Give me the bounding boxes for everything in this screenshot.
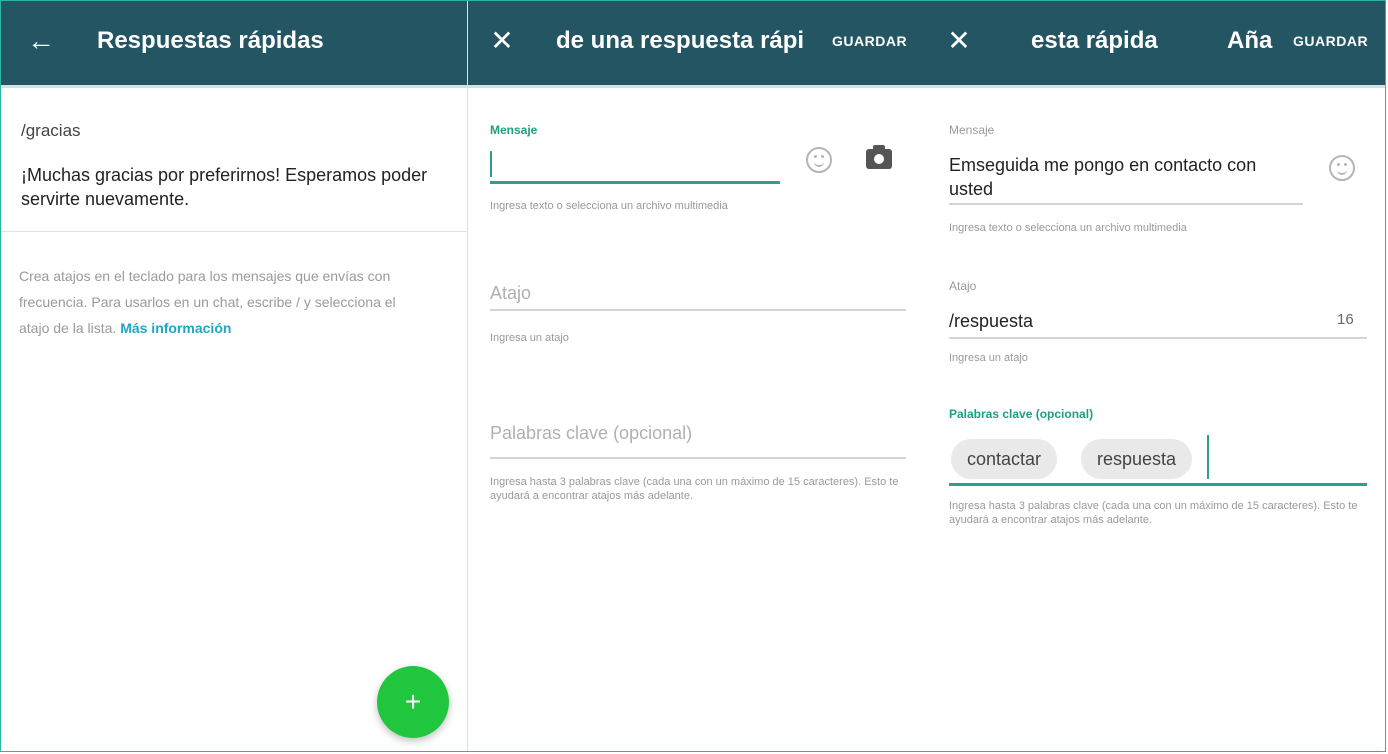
message-helper-text: Ingresa texto o selecciona un archivo mu… (949, 222, 1187, 234)
keywords-input-placeholder[interactable]: Palabras clave (opcional) (490, 423, 692, 444)
keywords-input[interactable] (490, 457, 906, 459)
camera-icon[interactable] (866, 145, 892, 169)
add-app-bar: ✕ de una respuesta rápi GUARDAR (468, 1, 927, 88)
shortcut-helper-text: Ingresa un atajo (490, 332, 569, 344)
quick-reply-shortcut[interactable]: /gracias (21, 121, 81, 141)
edit-page-title-extra: Aña (1227, 27, 1273, 54)
text-cursor (490, 151, 492, 177)
add-quick-reply-button[interactable]: + (377, 666, 449, 738)
list-app-bar: ← Respuestas rápidas (1, 1, 467, 88)
shortcut-input[interactable] (490, 309, 906, 311)
shortcut-helper-text: Ingresa un atajo (949, 352, 1028, 364)
message-input-underline (949, 203, 1303, 205)
add-page-title: de una respuesta rápi (556, 27, 805, 54)
emoji-icon[interactable] (806, 147, 832, 173)
emoji-icon[interactable] (1329, 155, 1355, 181)
save-button[interactable]: GUARDAR (1293, 33, 1368, 49)
message-input[interactable] (490, 181, 780, 184)
keyword-chip[interactable]: contactar (951, 439, 1058, 479)
edit-quick-reply-panel: ✕ esta rápida Aña GUARDAR Mensaje Emsegu… (927, 1, 1385, 751)
list-divider (1, 231, 467, 232)
info-text-block: Crea atajos en el teclado para los mensa… (19, 263, 419, 341)
message-label: Mensaje (490, 123, 538, 137)
text-cursor (1207, 435, 1209, 479)
quick-replies-list-panel: ← Respuestas rápidas /gracias ¡Muchas gr… (1, 1, 467, 751)
shortcut-input-underline (949, 337, 1367, 339)
keyword-chip[interactable]: respuesta (1081, 439, 1193, 479)
app-frame: ← Respuestas rápidas /gracias ¡Muchas gr… (0, 0, 1386, 752)
shortcut-label: Atajo (949, 279, 977, 293)
close-icon[interactable]: ✕ (941, 21, 977, 61)
more-info-link[interactable]: Más información (120, 320, 231, 336)
close-icon[interactable]: ✕ (484, 21, 520, 61)
message-helper-text: Ingresa texto o selecciona un archivo mu… (490, 200, 728, 212)
page-title: Respuestas rápidas (97, 27, 324, 54)
keywords-label: Palabras clave (opcional) (949, 407, 1094, 421)
shortcut-input[interactable]: /respuesta (949, 311, 1033, 332)
message-input[interactable]: Emseguida me pongo en contacto con usted (949, 153, 1269, 201)
keywords-helper-text: Ingresa hasta 3 palabras clave (cada una… (490, 476, 899, 502)
keywords-input[interactable] (949, 483, 1367, 486)
message-label: Mensaje (949, 123, 995, 137)
quick-reply-message[interactable]: ¡Muchas gracias por preferirnos! Esperam… (21, 163, 441, 211)
edit-app-bar: ✕ esta rápida Aña GUARDAR (927, 1, 1385, 88)
keywords-helper-text: Ingresa hasta 3 palabras clave (cada una… (949, 500, 1358, 526)
shortcut-value: respuesta (954, 311, 1034, 331)
shortcut-input-placeholder[interactable]: Atajo (490, 283, 531, 304)
shortcut-char-counter: 16 (1337, 311, 1354, 328)
save-button[interactable]: GUARDAR (832, 33, 907, 49)
edit-page-title: esta rápida (1031, 27, 1158, 54)
add-quick-reply-panel: ✕ de una respuesta rápi GUARDAR Mensaje … (467, 1, 927, 751)
arrow-left-icon[interactable]: ← (23, 21, 59, 61)
